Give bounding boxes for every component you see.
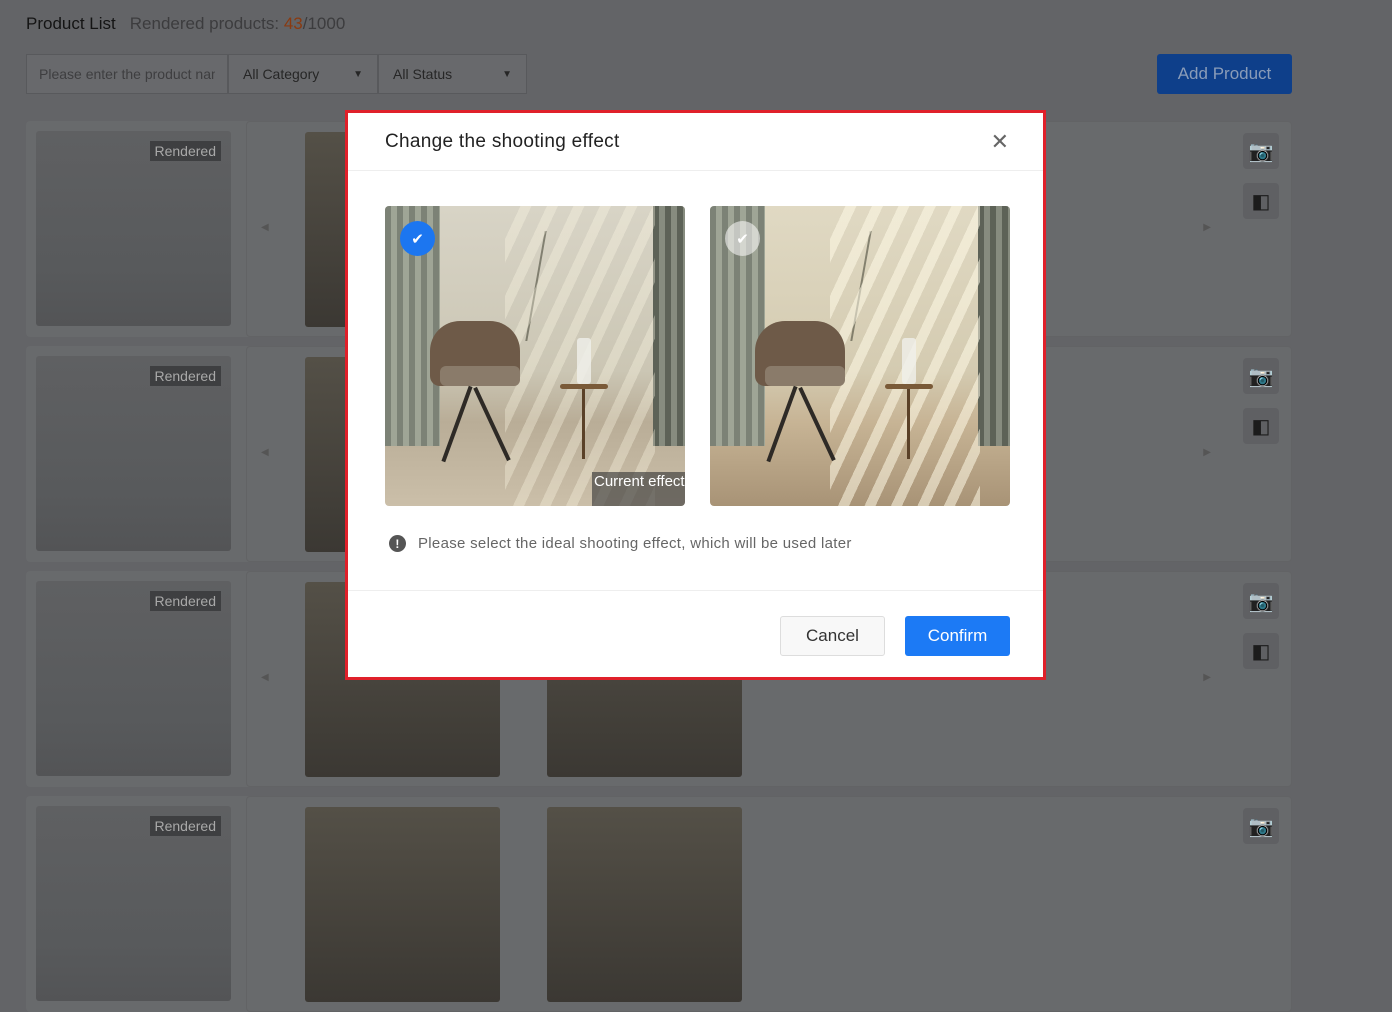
product-thumbnail[interactable]: Rendered bbox=[36, 581, 231, 776]
compare-icon[interactable]: ◧ bbox=[1243, 183, 1279, 219]
camera-icon[interactable]: 📷 bbox=[1243, 583, 1279, 619]
effect-option-current[interactable]: ✔ Current effect bbox=[385, 206, 685, 506]
camera-icon[interactable]: 📷 bbox=[1243, 358, 1279, 394]
change-shooting-effect-dialog: Change the shooting effect ✕ ✔ Current e… bbox=[345, 110, 1046, 680]
product-row: Rendered 📷 bbox=[26, 796, 1292, 1012]
status-badge: Rendered bbox=[149, 591, 221, 611]
product-thumbnail[interactable]: Rendered bbox=[36, 131, 231, 326]
exclamation-icon: ! bbox=[389, 535, 406, 552]
add-product-button[interactable]: Add Product bbox=[1157, 54, 1292, 94]
product-search-input[interactable] bbox=[26, 54, 228, 94]
unselected-check-icon[interactable]: ✔ bbox=[725, 221, 760, 256]
product-thumbnail[interactable]: Rendered bbox=[36, 356, 231, 551]
rendered-counter: Rendered products: 43/1000 bbox=[130, 14, 346, 33]
filter-bar: All Category ▼ All Status ▼ bbox=[26, 54, 527, 94]
dialog-footer-divider bbox=[348, 590, 1043, 591]
prev-arrow-icon[interactable]: ◀ bbox=[261, 447, 269, 458]
effect-option-alternative[interactable]: ✔ bbox=[710, 206, 1010, 506]
dialog-title: Change the shooting effect bbox=[385, 130, 620, 152]
camera-icon[interactable]: 📷 bbox=[1243, 133, 1279, 169]
rendered-total: /1000 bbox=[302, 14, 346, 33]
effect-preview-image bbox=[710, 206, 1010, 506]
category-value: All Category bbox=[243, 66, 320, 82]
status-value: All Status bbox=[393, 66, 453, 82]
next-arrow-icon[interactable]: ▶ bbox=[1203, 447, 1211, 458]
compare-icon[interactable]: ◧ bbox=[1243, 408, 1279, 444]
camera-icon[interactable]: 📷 bbox=[1243, 808, 1279, 844]
status-badge: Rendered bbox=[149, 366, 221, 386]
compare-icon[interactable]: ◧ bbox=[1243, 633, 1279, 669]
page-title: Product List bbox=[26, 14, 116, 33]
render-gallery bbox=[246, 796, 1292, 1012]
prev-arrow-icon[interactable]: ◀ bbox=[261, 672, 269, 683]
close-icon[interactable]: ✕ bbox=[991, 129, 1009, 155]
status-select[interactable]: All Status ▼ bbox=[378, 54, 527, 94]
caret-down-icon: ▼ bbox=[502, 68, 512, 80]
confirm-button[interactable]: Confirm bbox=[905, 616, 1010, 656]
status-badge: Rendered bbox=[149, 816, 221, 836]
rendered-count: 43 bbox=[283, 14, 303, 33]
prev-arrow-icon[interactable]: ◀ bbox=[261, 222, 269, 233]
effect-preview-image bbox=[385, 206, 685, 506]
category-select[interactable]: All Category ▼ bbox=[228, 54, 378, 94]
status-badge: Rendered bbox=[149, 141, 221, 161]
next-arrow-icon[interactable]: ▶ bbox=[1203, 222, 1211, 233]
caret-down-icon: ▼ bbox=[353, 68, 363, 80]
render-image[interactable] bbox=[547, 807, 742, 1002]
next-arrow-icon[interactable]: ▶ bbox=[1203, 672, 1211, 683]
product-thumbnail[interactable]: Rendered bbox=[36, 806, 231, 1001]
info-message: ! Please select the ideal shooting effect… bbox=[389, 535, 852, 552]
current-effect-label: Current effect bbox=[592, 472, 685, 506]
info-text: Please select the ideal shooting effect,… bbox=[418, 535, 852, 552]
page-header: Product List Rendered products: 43/1000 bbox=[26, 14, 345, 34]
render-image[interactable] bbox=[305, 807, 500, 1002]
selected-check-icon[interactable]: ✔ bbox=[400, 221, 435, 256]
cancel-button[interactable]: Cancel bbox=[780, 616, 885, 656]
rendered-label: Rendered products: bbox=[129, 14, 284, 33]
